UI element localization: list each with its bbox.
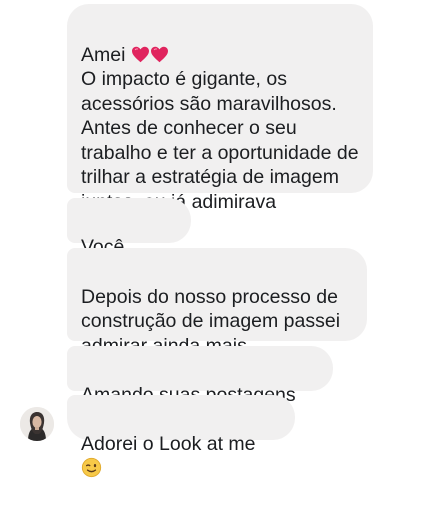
winking-face-icon <box>81 457 102 478</box>
message-bubble-1[interactable]: Amei O impacto é gigante, os acessórios … <box>67 4 373 213</box>
message-bubble-3[interactable]: Depois do nosso processo de construção d… <box>67 248 367 357</box>
message-bubble-4[interactable]: Amando suas postagens <box>67 346 333 428</box>
red-heart-icon <box>150 46 168 62</box>
message-bubble-5[interactable]: Adorei o Look at me <box>67 395 295 478</box>
avatar[interactable] <box>20 407 54 441</box>
message-bubble-2[interactable]: Você muito <box>67 198 191 282</box>
message-text-continued: O impacto é gigante, os acessórios são m… <box>81 68 359 213</box>
message-text: Amei <box>81 43 126 66</box>
message-text: Adorei o Look at me <box>81 432 256 455</box>
profile-photo-icon <box>20 407 54 441</box>
red-heart-icon <box>131 46 149 62</box>
